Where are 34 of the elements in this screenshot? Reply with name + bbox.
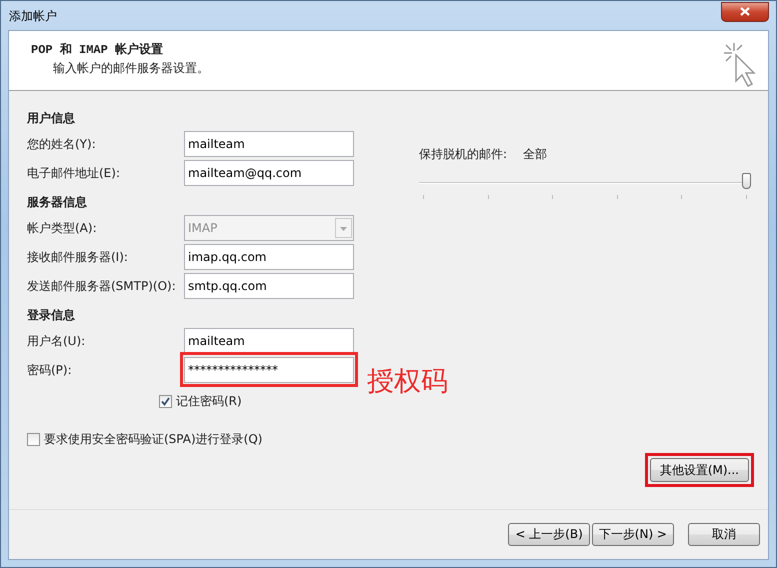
wizard-button[interactable]: 下一步(N) > xyxy=(592,523,674,546)
wizard-button[interactable]: < 上一步(B) xyxy=(508,523,590,546)
field-label: 发送邮件服务器(SMTP)(O): xyxy=(27,278,177,295)
section-heading: 用户信息 xyxy=(27,110,76,127)
annotation-text: 授权码 xyxy=(367,365,448,398)
input-field[interactable]: mailteam xyxy=(184,328,354,354)
slider-thumb[interactable] xyxy=(742,173,751,189)
input-field[interactable]: imap.qq.com xyxy=(184,244,354,270)
checkbox-label: 要求使用安全密码验证(SPA)进行登录(Q) xyxy=(44,431,262,448)
slider-reading: 全部 xyxy=(523,146,548,163)
close-button[interactable] xyxy=(721,2,769,22)
slider-label: 保持脱机的邮件: xyxy=(419,146,508,163)
section-heading: 登录信息 xyxy=(27,307,76,324)
wizard-button[interactable]: 取消 xyxy=(688,523,760,546)
field-label: 您的姓名(Y): xyxy=(27,136,97,153)
window-title: 添加帐户 xyxy=(8,8,57,24)
password-field[interactable]: *************** xyxy=(184,357,354,383)
checkbox-label: 记住密码(R) xyxy=(176,393,242,410)
input-field[interactable]: smtp.qq.com xyxy=(184,273,354,299)
more-settings-button[interactable]: 其他设置(M)... xyxy=(650,458,749,482)
section-heading: 服务器信息 xyxy=(27,194,88,211)
sparkle-cursor-icon xyxy=(722,41,756,87)
input-field[interactable]: mailteam xyxy=(184,131,354,157)
field-label: 电子邮件地址(E): xyxy=(27,165,121,182)
page-subtitle: 输入帐户的邮件服务器设置。 xyxy=(52,60,209,77)
checkbox[interactable] xyxy=(27,432,40,446)
checkbox[interactable] xyxy=(159,394,172,408)
field-label: 密码(P): xyxy=(27,362,73,379)
page-title: POP 和 IMAP 帐户设置 xyxy=(31,42,164,59)
field-label: 接收邮件服务器(I): xyxy=(27,249,129,266)
input-field[interactable]: mailteam@qq.com xyxy=(184,160,354,186)
field-label: 帐户类型(A): xyxy=(27,220,98,237)
close-icon xyxy=(740,7,750,16)
field-label: 用户名(U): xyxy=(27,333,86,350)
